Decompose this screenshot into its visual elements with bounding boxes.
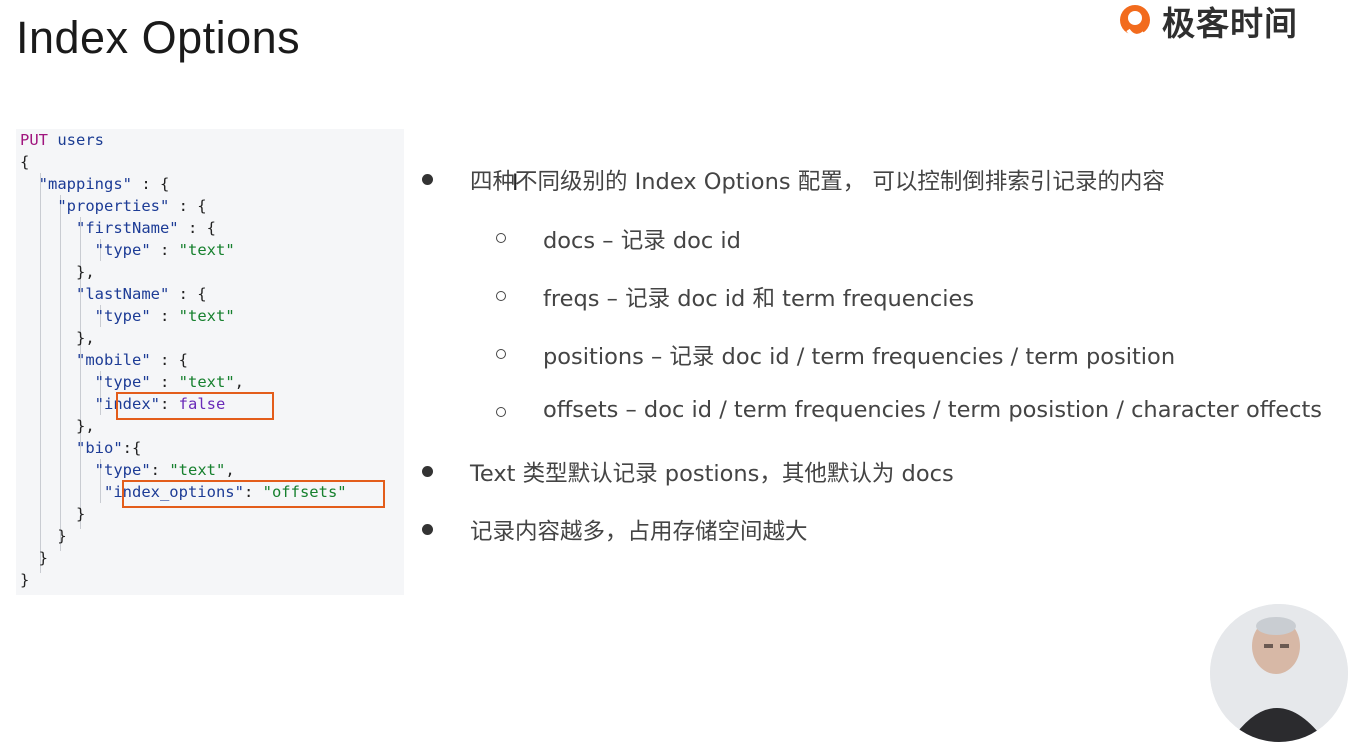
code-line: }, <box>20 327 95 349</box>
code-token: :{ <box>122 439 142 457</box>
code-token: PUT <box>20 131 48 149</box>
code-token: "mobile" <box>20 351 151 369</box>
geektime-logo-icon <box>1120 5 1150 38</box>
code-token: "firstName" <box>20 219 179 237</box>
code-token: } <box>20 505 86 523</box>
code-line: "mobile" : { <box>20 349 188 371</box>
code-line: } <box>20 525 67 547</box>
code-token: : <box>150 241 179 259</box>
sub-bullet-docs: docs – 记录 doc id <box>543 228 741 254</box>
sub-bullet-freqs: freqs – 记录 doc id 和 term frequencies <box>543 286 975 312</box>
code-line: "type" : "text", <box>20 371 244 393</box>
sub-bullet-ring <box>496 407 506 417</box>
code-token: : <box>150 307 179 325</box>
code-token: }, <box>20 263 95 281</box>
code-token: : { <box>169 197 207 215</box>
code-token: : <box>150 373 179 391</box>
code-token: { <box>20 153 30 171</box>
code-token: , <box>225 461 235 479</box>
index-false-highlight <box>116 392 274 420</box>
brand-logo: 极客时间 <box>1114 0 1298 43</box>
sub-bullet-ring <box>496 349 506 359</box>
code-line: "firstName" : { <box>20 217 216 239</box>
sub-bullet-ring <box>496 233 506 243</box>
code-line: "type" : "text" <box>20 305 235 327</box>
code-line: "bio":{ <box>20 437 141 459</box>
sub-bullet-ring <box>496 291 506 301</box>
index-options-highlight <box>122 480 385 508</box>
code-token: : { <box>178 219 216 237</box>
code-line: }, <box>20 261 95 283</box>
code-line: PUT users <box>20 129 104 151</box>
code-token: "text" <box>178 307 235 325</box>
code-line: "type": "text", <box>20 459 235 481</box>
presenter-avatar <box>1210 604 1348 742</box>
bullet-dot <box>422 524 433 535</box>
code-line: "lastName" : { <box>20 283 207 305</box>
code-line: { <box>20 151 29 173</box>
code-token: , <box>234 373 244 391</box>
code-token: : { <box>169 285 207 303</box>
code-token: users <box>48 131 104 149</box>
bullet-index-options: 四种不同级别的 Index Options 配置， 可以控制倒排索引记录的内容 <box>470 169 1165 195</box>
code-token: } <box>20 571 30 589</box>
code-token: "properties" <box>20 197 170 215</box>
code-line: "mappings" : { <box>20 173 170 195</box>
sub-bullet-positions: positions – 记录 doc id / term frequencies… <box>543 344 1176 370</box>
code-token: "mappings" <box>20 175 132 193</box>
code-token: : { <box>131 175 170 193</box>
code-token: "type" <box>20 461 151 479</box>
bullet-dot <box>422 466 433 477</box>
bullet-storage: 记录内容越多，占用存储空间越大 <box>470 519 808 545</box>
code-line: } <box>20 547 48 569</box>
code-token: "text" <box>169 461 226 479</box>
sub-bullet-offsets: offsets – doc id / term frequencies / te… <box>543 397 1322 423</box>
code-token: "text" <box>178 241 235 259</box>
bullet-text-default: Text 类型默认记录 postions，其他默认为 docs <box>470 461 954 487</box>
code-token: } <box>20 527 67 545</box>
code-line: "type" : "text" <box>20 239 235 261</box>
code-token: : <box>150 461 170 479</box>
code-line: } <box>20 569 29 591</box>
code-token: } <box>20 549 48 567</box>
code-token: "type" <box>20 373 151 391</box>
brand-name: 极客时间 <box>1162 4 1298 43</box>
code-token: }, <box>20 417 95 435</box>
code-panel: PUT users { "mappings" : { "properties" :… <box>16 129 404 595</box>
bullet-dot <box>422 174 433 185</box>
code-line: }, <box>20 415 95 437</box>
code-token: "bio" <box>20 439 123 457</box>
code-token: "text" <box>178 373 235 391</box>
slide-title: Index Options <box>16 12 301 63</box>
code-token: "type" <box>20 241 151 259</box>
code-line: } <box>20 503 85 525</box>
code-token: }, <box>20 329 95 347</box>
code-line: "properties" : { <box>20 195 207 217</box>
code-token: "type" <box>20 307 151 325</box>
presenter-face-icon <box>1210 604 1348 742</box>
code-token: : { <box>150 351 188 369</box>
code-token: "lastName" <box>20 285 170 303</box>
